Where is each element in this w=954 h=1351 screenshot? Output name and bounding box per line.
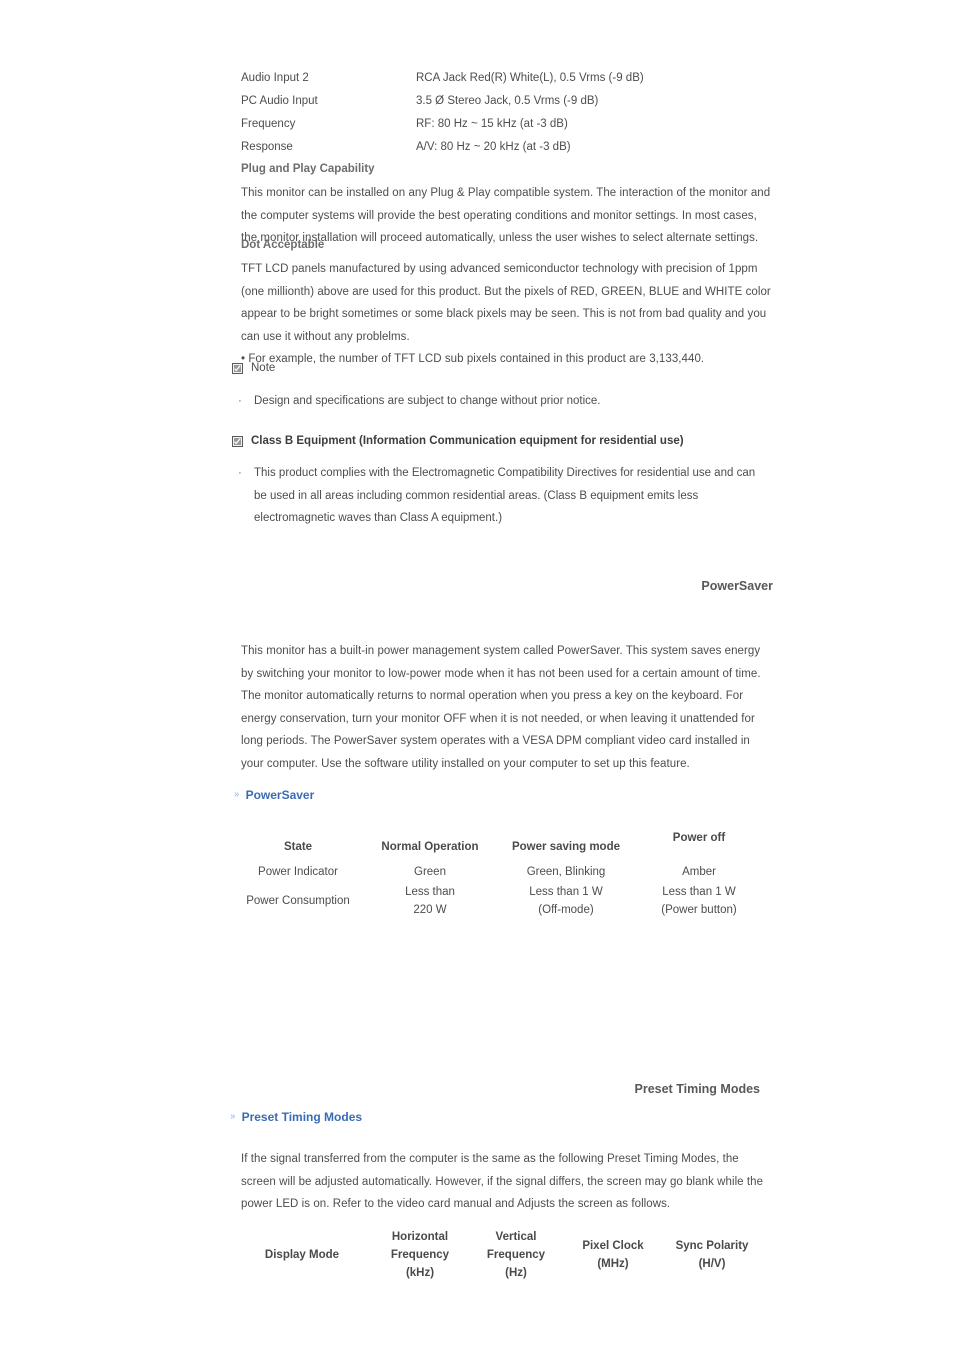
- note-header: Note: [232, 359, 777, 377]
- ps-row-label: Power Consumption: [246, 895, 350, 907]
- document-page: Audio Input 2 RCA Jack Red(R) White(L), …: [0, 0, 954, 1351]
- powersaver-table: State Normal Operation Power saving mode…: [232, 832, 762, 920]
- spec-label: PC Audio Input: [241, 94, 318, 107]
- dot-acceptable-heading: Dot Acceptable: [241, 239, 325, 251]
- ps-cell-line2: (Off-mode): [538, 904, 594, 916]
- ps-header-normal-operation: Normal Operation: [381, 841, 479, 853]
- pt-header-horizontal-frequency: Horizontal Frequency (kHz): [372, 1228, 468, 1282]
- pt-header-line1: Sync Polarity: [675, 1240, 749, 1252]
- pt-header-display-mode: Display Mode: [232, 1228, 372, 1282]
- bullet-marker: ·: [238, 467, 242, 479]
- pt-header-line1: Display Mode: [264, 1249, 340, 1261]
- class-b-header: Class B Equipment (Information Communica…: [232, 432, 777, 450]
- ps-cell: Less than 220 W: [364, 882, 496, 920]
- ps-cell-line1: Less than: [405, 886, 455, 898]
- ps-cell: Green, Blinking: [526, 866, 606, 878]
- pt-header-line1: Vertical: [495, 1231, 537, 1243]
- pt-header-sync-polarity: Sync Polarity (H/V): [662, 1228, 762, 1282]
- table-row: Frequency RF: 80 Hz ~ 15 kHz (at -3 dB): [241, 112, 761, 135]
- audio-spec-table: Audio Input 2 RCA Jack Red(R) White(L), …: [241, 66, 761, 158]
- table-header-row: Display Mode Horizontal Frequency (kHz) …: [232, 1228, 762, 1282]
- ps-cell-line2: (Power button): [661, 904, 737, 916]
- powersaver-section-title: PowerSaver: [701, 579, 773, 593]
- pt-header-line3: (kHz): [405, 1267, 435, 1279]
- ps-cell: Amber: [682, 866, 716, 878]
- ps-header-power-off: Power off: [672, 832, 726, 844]
- ps-cell-line2: 220 W: [413, 904, 447, 916]
- pt-header-line2: Frequency: [486, 1249, 546, 1261]
- anchor-link-powersaver[interactable]: » PowerSaver: [234, 787, 314, 803]
- spec-value: 3.5 Ø Stereo Jack, 0.5 Vrms (-9 dB): [416, 94, 599, 107]
- spec-label: Response: [241, 140, 293, 153]
- pt-header-line2: (MHz): [597, 1258, 629, 1270]
- table-row: Power Consumption Less than 220 W Less t…: [232, 882, 762, 920]
- dot-acceptable-paragraph: TFT LCD panels manufactured by using adv…: [241, 263, 771, 343]
- table-row: PC Audio Input 3.5 Ø Stereo Jack, 0.5 Vr…: [241, 89, 761, 112]
- pt-header-line1: Horizontal: [391, 1231, 449, 1243]
- class-b-label: Class B Equipment (Information Communica…: [251, 435, 684, 447]
- pt-header-line1: Pixel Clock: [582, 1240, 644, 1252]
- spec-label: Frequency: [241, 117, 296, 130]
- list-item: · This product complies with the Electro…: [232, 462, 777, 530]
- ps-cell: Less than 1 W (Power button): [636, 882, 762, 920]
- note-section: Note · Design and specifications are sub…: [232, 359, 777, 413]
- spec-value: A/V: 80 Hz ~ 20 kHz (at -3 dB): [416, 140, 571, 153]
- class-b-item-text: This product complies with the Electroma…: [254, 467, 756, 524]
- chevron-right-icon: »: [234, 789, 240, 800]
- pt-header-pixel-clock: Pixel Clock (MHz): [564, 1228, 662, 1282]
- table-row: Response A/V: 80 Hz ~ 20 kHz (at -3 dB): [241, 135, 761, 158]
- checkbox-icon: [232, 363, 243, 374]
- ps-cell: Less than 1 W (Off-mode): [496, 882, 636, 920]
- table-row: Power Indicator Green Green, Blinking Am…: [232, 862, 762, 882]
- spec-value: RF: 80 Hz ~ 15 kHz (at -3 dB): [416, 117, 568, 130]
- spec-label: Audio Input 2: [241, 71, 309, 84]
- ps-cell: Green: [414, 866, 446, 878]
- pt-header-line2: (H/V): [698, 1258, 726, 1270]
- pt-header-line3: (Hz): [505, 1267, 527, 1279]
- table-row: Audio Input 2 RCA Jack Red(R) White(L), …: [241, 66, 761, 89]
- list-item: · Design and specifications are subject …: [232, 390, 777, 413]
- checkbox-icon: [232, 436, 243, 447]
- class-b-section: Class B Equipment (Information Communica…: [232, 432, 777, 530]
- ps-header-state: State: [283, 841, 313, 853]
- plug-and-play-heading: Plug and Play Capability: [241, 163, 375, 175]
- note-item-text: Design and specifications are subject to…: [254, 395, 601, 407]
- powersaver-paragraph: This monitor has a built-in power manage…: [241, 645, 761, 770]
- note-label: Note: [251, 362, 276, 374]
- preset-timing-section-title: Preset Timing Modes: [634, 1082, 761, 1096]
- ps-header-power-saving-mode: Power saving mode: [511, 841, 620, 853]
- anchor-link-preset-timing-modes[interactable]: » Preset Timing Modes: [230, 1109, 362, 1125]
- preset-timing-table: Display Mode Horizontal Frequency (kHz) …: [232, 1228, 762, 1282]
- pt-header-line2: Frequency: [390, 1249, 450, 1261]
- preset-timing-paragraph: If the signal transferred from the compu…: [241, 1153, 764, 1210]
- chevron-right-icon: »: [230, 1111, 236, 1122]
- ps-row-label: Power Indicator: [258, 866, 338, 878]
- spec-value: RCA Jack Red(R) White(L), 0.5 Vrms (-9 d…: [416, 71, 644, 84]
- bullet-marker: ·: [238, 395, 242, 407]
- anchor-link-label: Preset Timing Modes: [241, 1110, 363, 1124]
- dot-acceptable-section: Dot Acceptable TFT LCD panels manufactur…: [241, 234, 773, 371]
- ps-cell-line1: Less than 1 W: [529, 886, 603, 898]
- ps-cell-line1: Less than 1 W: [662, 886, 736, 898]
- table-header-row: State Normal Operation Power saving mode…: [232, 832, 762, 862]
- anchor-link-label: PowerSaver: [245, 788, 315, 802]
- pt-header-vertical-frequency: Vertical Frequency (Hz): [468, 1228, 564, 1282]
